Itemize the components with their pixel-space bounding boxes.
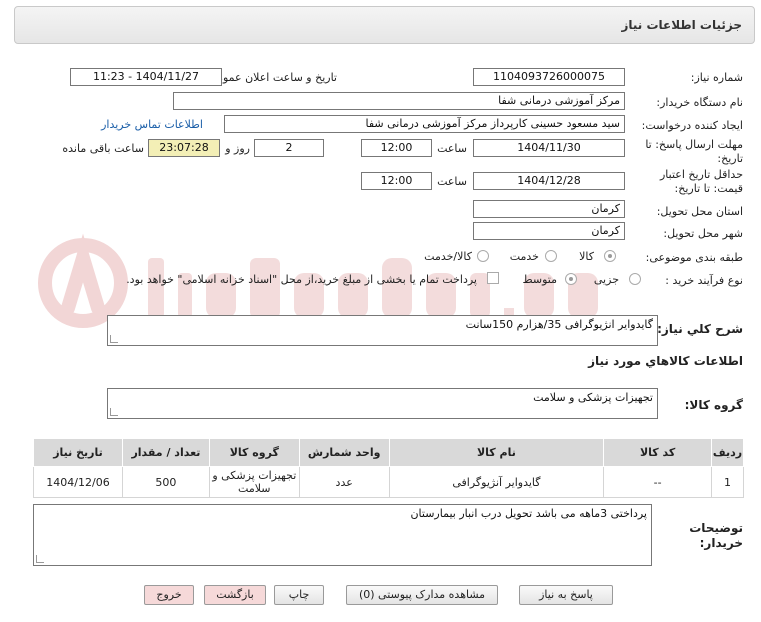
table-row: 1 -- گایدوایر آنژیوگرافی عدد تجهیزات پزش… [33, 466, 744, 498]
view-attachments-button[interactable]: مشاهده مدارک پیوستی (0) [346, 585, 498, 605]
cell-quantity: 500 [122, 466, 210, 498]
validity-label-date: قیمت: تا تاریخ: [674, 182, 743, 195]
col-header-date: تاريخ نياز [33, 438, 123, 467]
deadline-label: مهلت ارسال پاسخ: تا [645, 138, 743, 151]
buyer-contact-link[interactable]: اطلاعات تماس خریدار [101, 118, 203, 131]
cell-name: گایدوایر آنژیوگرافی [388, 466, 605, 498]
col-header-group: گروه کالا [208, 438, 300, 467]
col-header-row: رديف [711, 438, 744, 467]
col-header-quantity: تعداد / مقدار [122, 438, 210, 467]
remaining-days-field: 2 [254, 139, 324, 157]
cell-date: 1404/12/06 [33, 466, 123, 498]
category-option-goods: کالا [579, 250, 594, 263]
col-header-name: نام کالا [388, 438, 605, 467]
city-field: کرمان [473, 222, 625, 240]
goods-group-field: تجهیزات پزشکی و سلامت [107, 388, 658, 419]
cell-group: تجهیزات پزشکی و سلامت [208, 466, 300, 498]
buyer-notes-text: پرداختی 3ماهه می باشد تحویل درب انبار بی… [410, 507, 647, 520]
remaining-time-field: 23:07:28 [148, 139, 220, 157]
category-option-service: خدمت [509, 250, 539, 263]
validity-time-field: 12:00 [361, 172, 432, 190]
city-label: شهر محل تحویل: [663, 227, 743, 240]
col-header-code: کد کالا [603, 438, 713, 467]
buyer-notes-label: توضیحات [689, 521, 743, 535]
announce-datetime-field: 1404/11/27 - 11:23 [70, 68, 222, 86]
process-type-label: نوع فرآیند خرید : [665, 274, 743, 287]
cell-row: 1 [711, 466, 744, 498]
reply-to-need-button[interactable]: پاسخ به نیاز [519, 585, 613, 605]
need-number-field: 1104093726000075 [473, 68, 625, 86]
process-radio-medium[interactable] [565, 273, 577, 285]
category-radio-service[interactable] [545, 250, 557, 262]
days-label: روز و [225, 142, 250, 155]
process-option-medium: متوسط [522, 273, 557, 286]
general-description-field: گایدوایر انژیوگرافی 35/هزارم 150سانت [107, 315, 658, 346]
process-option-minor: جزیی [593, 273, 619, 286]
treasury-payment-note: پرداخت تمام یا بخشی از مبلغ خرید،از محل … [126, 273, 477, 286]
buyer-org-field: مرکز آموزشی درمانی شفا [173, 92, 625, 110]
exit-button[interactable]: خروج [144, 585, 194, 605]
cell-unit: عدد [298, 466, 390, 498]
category-radio-goods-service[interactable] [477, 250, 489, 262]
resize-grip-icon[interactable] [36, 555, 44, 563]
province-label: استان محل تحویل: [656, 205, 743, 218]
announce-datetime-label: تاریخ و ساعت اعلان عمومی: [204, 71, 337, 84]
request-creator-field: سید مسعود حسینی کارپرداز مرکز آموزشی درم… [224, 115, 625, 133]
page-title: جزئیات اطلاعات نیاز [621, 18, 742, 32]
province-field: کرمان [473, 200, 625, 218]
need-number-label: شماره نیاز: [690, 71, 743, 84]
details-header-panel: جزئیات اطلاعات نیاز [14, 6, 755, 44]
cell-code: -- [603, 466, 713, 498]
general-description-label: شرح کلي نياز: [657, 322, 743, 336]
remaining-time-label: ساعت باقی مانده [62, 142, 144, 155]
back-button[interactable]: بازگشت [204, 585, 266, 605]
resize-grip-icon[interactable] [110, 335, 118, 343]
general-description-text: گایدوایر انژیوگرافی 35/هزارم 150سانت [465, 318, 653, 331]
buyer-org-label: نام دستگاه خریدار: [656, 96, 743, 109]
col-header-unit: واحد شمارش [298, 438, 390, 467]
validity-time-label: ساعت [437, 175, 467, 188]
treasury-payment-checkbox[interactable] [487, 272, 499, 284]
print-button[interactable]: چاپ [274, 585, 324, 605]
goods-table: رديف کد کالا نام کالا واحد شمارش گروه کا… [33, 438, 744, 498]
buyer-notes-field: پرداختی 3ماهه می باشد تحویل درب انبار بی… [33, 504, 652, 566]
request-creator-label: ایجاد کننده درخواست: [641, 119, 743, 132]
deadline-date-field: 1404/11/30 [473, 139, 625, 157]
goods-info-title: اطلاعات کالاهاي مورد نياز [588, 354, 743, 368]
process-radio-minor[interactable] [629, 273, 641, 285]
category-label: طبقه بندی موضوعی: [645, 251, 743, 264]
resize-grip-icon[interactable] [110, 408, 118, 416]
deadline-time-label: ساعت [437, 142, 467, 155]
validity-label: حداقل تاریخ اعتبار [659, 168, 743, 181]
deadline-time-field: 12:00 [361, 139, 432, 157]
validity-date-field: 1404/12/28 [473, 172, 625, 190]
table-header-row: رديف کد کالا نام کالا واحد شمارش گروه کا… [33, 438, 744, 467]
category-radio-goods[interactable] [604, 250, 616, 262]
deadline-label-date: تاریخ: [717, 152, 743, 165]
category-option-goods-service: کالا/خدمت [424, 250, 472, 263]
goods-group-label: گروه کالا: [684, 398, 743, 412]
buyer-notes-label-2: خریدار: [699, 536, 743, 550]
goods-group-text: تجهیزات پزشکی و سلامت [533, 391, 653, 404]
